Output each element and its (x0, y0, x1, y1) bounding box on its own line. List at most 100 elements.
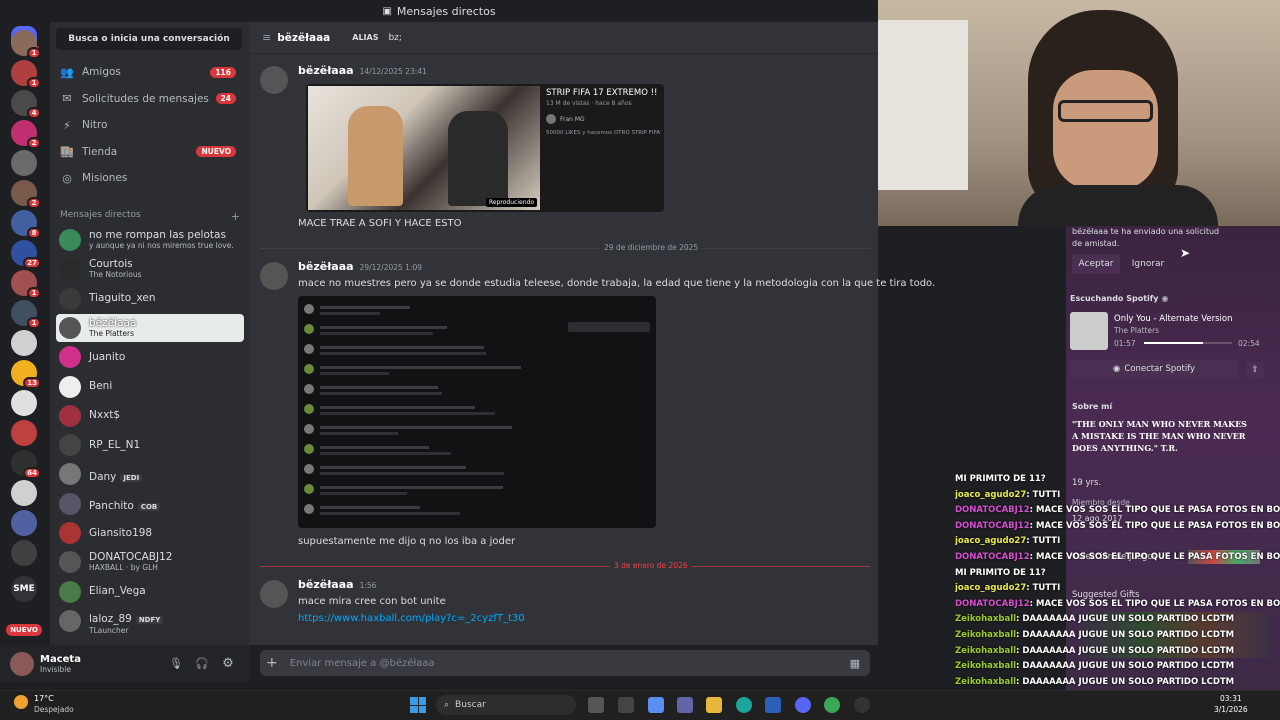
dm-item[interactable]: no me rompan las pelotas y aunque ya ni n… (56, 226, 244, 254)
server-icon[interactable]: 64 (11, 450, 41, 479)
create-dm-icon[interactable]: + (231, 210, 240, 223)
dm-header-label: Mensajes directos (60, 210, 141, 220)
search-conversation-button[interactable]: Busca o inicia una conversación (56, 28, 242, 50)
dm-item[interactable]: Tiaguito_xen (56, 285, 244, 313)
dm-item[interactable]: laloz_89 NDFY TLauncher (56, 607, 244, 635)
folder-icon[interactable] (706, 697, 722, 713)
recipient-name[interactable]: bёzёłааа (277, 32, 330, 44)
dm-item[interactable]: Panchito COB (56, 490, 244, 518)
chrome-icon[interactable] (824, 697, 840, 713)
connect-spotify-button[interactable]: ◉ Conectar Spotify (1070, 360, 1238, 378)
edge-icon[interactable] (736, 697, 752, 713)
message-avatar[interactable] (260, 66, 288, 94)
message-author[interactable]: bёzёłааа (298, 578, 354, 591)
taskbar-search[interactable]: ⌕ Buscar (436, 695, 576, 715)
copilot-icon[interactable] (648, 697, 664, 713)
server-icon[interactable] (11, 540, 37, 566)
embed-title[interactable]: STRIP FIFA 17 EXTREMO !! (546, 88, 657, 98)
text-server-sme[interactable]: SME (11, 576, 37, 602)
album-art[interactable] (1070, 312, 1108, 350)
server-icon[interactable]: 2 (11, 180, 41, 209)
composer-input[interactable]: Enviar mensaje a @bёzёłааа (290, 658, 435, 669)
message-avatar[interactable] (260, 262, 288, 290)
dm-name: Beni (89, 380, 113, 392)
server-icon[interactable] (11, 390, 37, 416)
screenshot-line (320, 452, 451, 455)
server-icon[interactable] (11, 330, 37, 356)
dm-item[interactable]: Nxxt$ (56, 402, 244, 430)
dm-item[interactable]: Elian_Vega (56, 578, 244, 606)
server-badge: 2 (27, 197, 41, 209)
accept-button[interactable]: Aceptar (1072, 254, 1120, 274)
stream-chat-user: joaco_agudo27 (955, 583, 1027, 594)
teams-icon[interactable] (677, 697, 693, 713)
store-app-icon[interactable] (765, 697, 781, 713)
discord-taskbar-icon[interactable] (795, 697, 811, 713)
video-embed[interactable]: Reproduciendo STRIP FIFA 17 EXTREMO !! 1… (306, 84, 664, 212)
dm-item[interactable]: Juanito (56, 343, 244, 371)
terminal-icon[interactable] (618, 697, 634, 713)
weather-icon[interactable] (14, 695, 28, 709)
nav-item[interactable]: ◎ Misiones (56, 166, 242, 190)
nav-item[interactable]: 👥 Amigos 116 (56, 60, 242, 84)
message-author[interactable]: bёzёłааа (298, 260, 354, 273)
ignore-button[interactable]: Ignorar (1126, 254, 1170, 274)
nuevo-pill[interactable]: NUEVO (6, 624, 42, 636)
headphones-icon[interactable]: 🎧 (194, 657, 210, 670)
dm-item[interactable]: RP_EL_N1 (56, 431, 244, 459)
user-name[interactable]: Maceta (40, 654, 150, 665)
screenshot-line (320, 486, 503, 489)
server-icon[interactable] (11, 420, 37, 446)
stream-chat-user: DONATOCABJ12 (955, 505, 1030, 516)
file-explorer-icon[interactable] (588, 697, 604, 713)
server-icon[interactable]: 1 (11, 30, 41, 59)
windows-start-icon[interactable] (410, 697, 426, 713)
nav-item[interactable]: ⚡ Nitro (56, 113, 242, 137)
song-title[interactable]: Only You - Alternate Version (1114, 314, 1233, 324)
message-author[interactable]: bёzёłааа (298, 64, 354, 77)
server-icon[interactable]: 27 (11, 240, 41, 269)
dm-item[interactable]: Beni (56, 373, 244, 401)
dm-item[interactable]: bёzёłааа The Platters (56, 313, 244, 342)
server-icon[interactable] (11, 150, 37, 176)
dm-item[interactable]: Giansito198 (56, 519, 244, 547)
clock-time[interactable]: 03:31 (1220, 694, 1242, 703)
message-composer[interactable]: + Enviar mensaje a @bёzёłааа ▦ (260, 650, 870, 676)
server-icon[interactable]: 1 (11, 300, 41, 329)
dm-item[interactable]: DONATOCABJ12 HAXBALL · by GLH (56, 548, 244, 576)
mic-icon[interactable]: 🎙 (168, 657, 184, 670)
server-icon[interactable]: 8 (11, 210, 41, 239)
message-avatar[interactable] (260, 580, 288, 608)
date-divider (260, 248, 870, 249)
add-attachment-icon[interactable]: + (266, 655, 278, 671)
nav-item[interactable]: 🏬 Tienda NUEVO (56, 140, 242, 164)
dm-item[interactable]: Courtois The Notorious (56, 255, 244, 283)
webcam-overlay (878, 0, 1280, 226)
screenshot-line (320, 446, 429, 449)
screenshot-attachment[interactable] (298, 296, 656, 528)
obs-icon[interactable] (854, 697, 870, 713)
stream-chat-user: Zeikohaxball (955, 614, 1017, 625)
taskbar: 17°C Despejado ⌕ Buscar 03:31 3/1/2026 (0, 690, 1280, 720)
weather-temp[interactable]: 17°C (34, 694, 54, 703)
song-artist[interactable]: The Platters (1114, 326, 1159, 335)
server-icon[interactable] (11, 510, 37, 536)
server-icon[interactable]: 1 (11, 270, 41, 299)
server-icon[interactable]: 4 (11, 90, 41, 119)
attachment-toolbar[interactable] (568, 322, 650, 332)
server-icon[interactable]: 1 (11, 60, 41, 89)
embed-channel[interactable]: Fran MG (560, 116, 585, 123)
share-activity-icon[interactable]: ⇪ (1246, 362, 1264, 378)
avatar (59, 434, 81, 457)
video-thumbnail[interactable]: Reproduciendo (308, 86, 540, 210)
dm-item[interactable]: Dany JEDI (56, 460, 244, 488)
server-icon[interactable]: 13 (11, 360, 41, 389)
clock-date[interactable]: 3/1/2026 (1214, 705, 1248, 714)
server-icon[interactable]: 2 (11, 120, 41, 149)
settings-gear-icon[interactable]: ⚙ (220, 656, 236, 671)
server-icon[interactable] (11, 480, 37, 506)
nav-item[interactable]: ✉ Solicitudes de mensajes 24 (56, 87, 242, 111)
gift-icon[interactable]: ▦ (850, 657, 860, 670)
message-link[interactable]: https://www.haxball.com/play?c=_2cyzfT_t… (298, 613, 525, 624)
avatar[interactable] (10, 651, 34, 676)
